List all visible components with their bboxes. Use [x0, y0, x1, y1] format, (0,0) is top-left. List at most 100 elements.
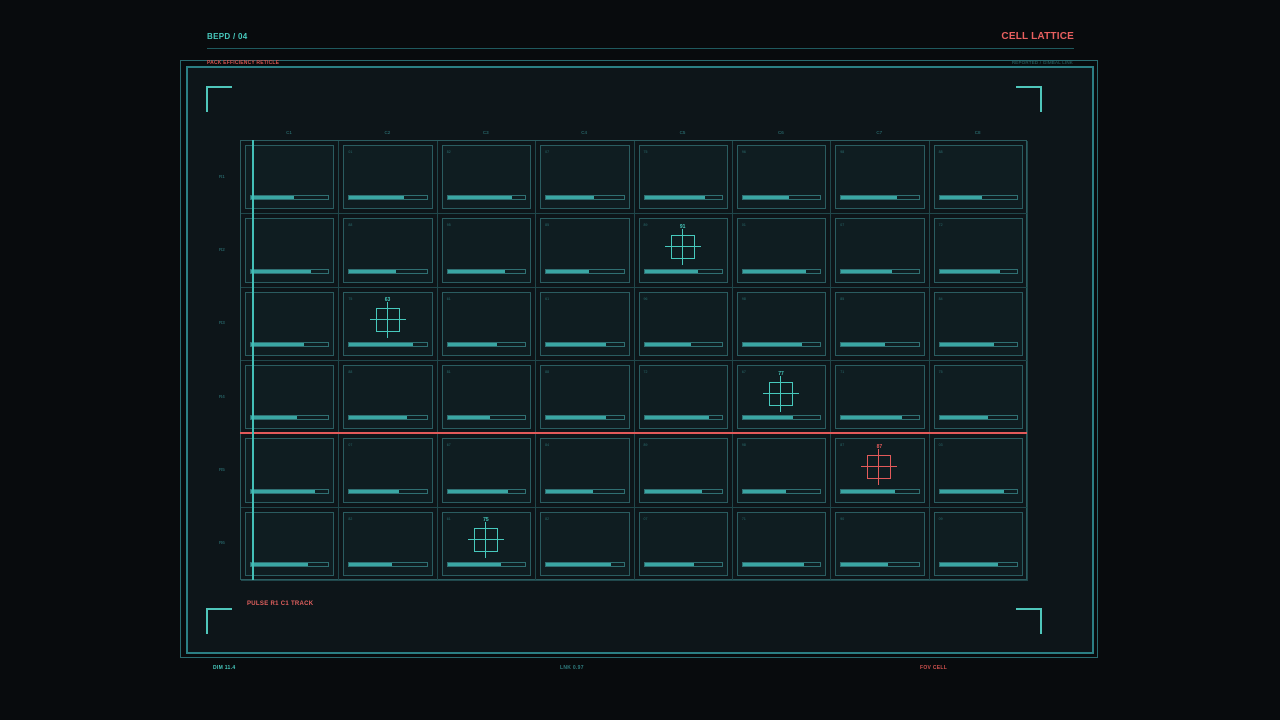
lattice-cell[interactable]: 96 [732, 141, 832, 215]
lattice-cell[interactable]: 61 [437, 287, 537, 361]
lattice-cell[interactable]: 75 [634, 141, 733, 215]
lattice-cell[interactable]: 75 [929, 360, 1028, 435]
lattice-cell[interactable]: 82 [536, 507, 635, 581]
efficiency-bar-fill [939, 489, 1004, 493]
lattice-cell[interactable]: 98 [732, 287, 832, 361]
reticle-crosshair-h [369, 319, 406, 321]
target-reticle[interactable]: 91 [664, 224, 701, 265]
lattice-cell[interactable]: 88 [929, 141, 1028, 215]
hud-title: CELL LATTICE [1001, 31, 1074, 42]
efficiency-bar-fill [447, 416, 491, 420]
lattice-cell[interactable]: 89 [634, 434, 733, 508]
cell-id: 75 [643, 150, 648, 154]
efficiency-bar [545, 488, 625, 494]
reticle-crosshair-h [763, 392, 800, 394]
lattice-cell[interactable]: 88 [339, 360, 438, 435]
efficiency-bar-fill [939, 416, 988, 420]
cell-id: 72 [938, 223, 943, 228]
lattice-cell[interactable]: 09 [929, 507, 1028, 581]
horizontal-scan-line [240, 432, 1027, 434]
lattice-cell[interactable]: 71 [831, 360, 930, 435]
lattice-cell[interactable]: 07 [831, 214, 930, 288]
lattice-cell[interactable]: 72 [929, 214, 1028, 288]
lattice-cell[interactable]: 71 [732, 507, 832, 581]
cell-id: 71 [840, 369, 845, 374]
lattice-cell[interactable]: 67 [437, 434, 537, 508]
reticle-crosshair-v [780, 375, 782, 412]
cell-id: 67 [446, 443, 451, 448]
efficiency-bar [545, 195, 625, 201]
lattice-cell[interactable]: 72 [634, 360, 733, 435]
cell-frame: 96 [736, 145, 827, 210]
lattice-cell[interactable]: 81 [437, 360, 537, 435]
lattice-cell[interactable]: 01 [732, 214, 832, 288]
efficiency-bar-fill [841, 489, 895, 493]
cell-frame: 82 [540, 511, 630, 576]
lattice-cell[interactable]: 85 [536, 214, 635, 288]
lattice-cell[interactable] [241, 287, 340, 361]
panel-subtitle: PACK EFFICIENCY RETICLE [207, 60, 280, 66]
efficiency-bar [643, 341, 723, 347]
lattice-cell[interactable] [241, 360, 340, 435]
cell-id: 61 [446, 296, 451, 301]
lattice-cell[interactable]: 90 [831, 507, 930, 581]
reticle-crosshair-h [664, 245, 701, 247]
lattice-cell[interactable] [241, 214, 340, 288]
efficiency-bar [348, 268, 428, 274]
lattice-cell[interactable]: 07 [339, 434, 438, 508]
lattice-cell[interactable]: 61 [536, 287, 635, 361]
efficiency-bar-fill [349, 489, 399, 493]
target-reticle[interactable]: 63 [369, 297, 406, 339]
target-reticle[interactable]: 77 [763, 371, 800, 412]
cell-id: 88 [545, 369, 550, 374]
target-reticle[interactable]: 75 [467, 517, 504, 559]
lattice-cell[interactable] [241, 141, 340, 215]
lattice-cell[interactable] [241, 434, 340, 508]
efficiency-bar-fill [742, 342, 802, 346]
lattice-cell[interactable]: 03 [929, 434, 1028, 508]
lattice-cell[interactable]: 07 [536, 141, 635, 215]
lattice-cell[interactable]: 84 [929, 287, 1028, 361]
lattice-cell[interactable]: 82 [339, 507, 438, 581]
lattice-cell[interactable]: 96 [634, 287, 733, 361]
lattice-cell[interactable]: 88 [536, 360, 635, 435]
cell-id: 85 [545, 223, 550, 228]
lattice-cell[interactable]: 85 [831, 287, 930, 361]
cell-id: 82 [446, 150, 451, 154]
efficiency-bar [840, 195, 920, 201]
cell-id: 88 [348, 223, 353, 228]
efficiency-bar-fill [349, 562, 392, 566]
panel-link-status: REPORTED / GIMBAL LINK [1011, 60, 1073, 65]
cell-frame: 07 [638, 511, 728, 576]
cell-frame: 88 [343, 364, 433, 430]
column-label: C1 [286, 130, 292, 135]
lattice-cell[interactable]: 88 [339, 214, 438, 288]
cell-frame: 71 [835, 364, 925, 430]
lattice-cell[interactable]: 95 [437, 214, 537, 288]
reticle-box [375, 308, 400, 333]
lattice-cell[interactable]: 07 [634, 507, 733, 581]
efficiency-bar [250, 268, 330, 274]
cell-id: 01 [348, 150, 353, 154]
efficiency-bar-fill [447, 342, 498, 346]
cell-id: 03 [938, 443, 943, 448]
lattice-cell[interactable]: 98 [831, 141, 930, 215]
lattice-cell[interactable]: 84 [536, 434, 635, 508]
cell-id: 75 [348, 296, 353, 301]
efficiency-bar-fill [447, 196, 512, 200]
lattice-cell[interactable] [241, 507, 340, 581]
efficiency-bar [545, 415, 625, 421]
efficiency-bar [348, 488, 428, 494]
efficiency-bar-fill [546, 196, 595, 200]
cell-id: 84 [545, 443, 550, 448]
efficiency-bar-fill [546, 562, 612, 566]
cell-frame: 98 [736, 438, 827, 503]
efficiency-bar-fill [349, 196, 404, 200]
lattice-cell[interactable]: 98 [732, 434, 832, 508]
cell-frame [245, 145, 335, 210]
column-label: C3 [482, 130, 489, 135]
lattice-cell[interactable]: 82 [437, 141, 537, 215]
target-reticle[interactable]: 87 [861, 444, 898, 485]
efficiency-bar [741, 561, 822, 567]
lattice-cell[interactable]: 01 [339, 141, 438, 215]
